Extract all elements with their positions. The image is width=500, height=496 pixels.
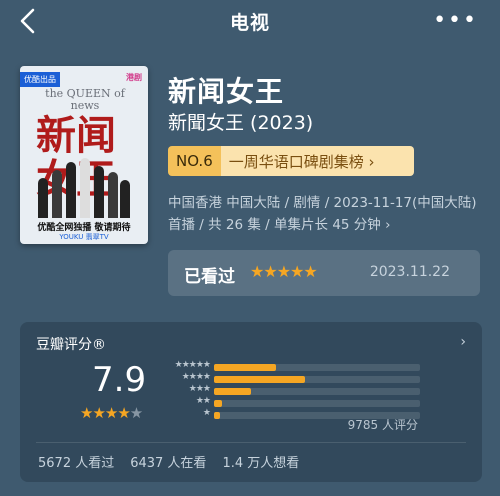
rating-bar-fill — [214, 364, 276, 371]
poster-cast-figures — [38, 156, 130, 218]
rating-bar-track — [214, 400, 420, 407]
show-title: 新闻女王 — [168, 75, 285, 108]
rating-bar-fill — [214, 412, 221, 419]
show-subtitle: 新聞女王 (2023) — [168, 112, 314, 134]
rating-bar-stars: ★★ — [195, 396, 211, 406]
rating-bar-stars: ★★★★ — [181, 372, 211, 382]
audience-stat[interactable]: 1.4 万人想看 — [222, 452, 299, 471]
rating-distribution: ★★★★★ ★★★★ ★★★ ★★ ★ — [162, 360, 422, 422]
watched-date: 2023.11.22 — [369, 264, 450, 280]
rating-stars-empty: ★ — [129, 404, 143, 422]
audience-stats: 5672 人看过 6437 人在看 1.4 万人想看 — [38, 452, 299, 471]
user-rating-stars: ★★★★★ — [250, 262, 318, 281]
watched-status-bar[interactable]: 已看过 ★★★★★ 2023.11.22 — [168, 250, 480, 296]
rating-bar-track — [214, 388, 420, 395]
rating-bar-stars: ★★★ — [188, 384, 211, 394]
rating-bar-track — [214, 364, 420, 371]
top-bar: 电视 ••• — [0, 0, 500, 44]
poster-image[interactable]: 优酷出品 港剧 the QUEEN of news 新闻女王 优酷全网独播 敬请… — [20, 66, 148, 244]
rating-heading: 豆瓣评分® — [36, 337, 106, 353]
rating-bar-track — [214, 376, 420, 383]
chevron-right-icon[interactable]: › — [460, 334, 466, 350]
more-options-icon[interactable]: ••• — [433, 8, 478, 33]
watched-label: 已看过 — [184, 267, 235, 287]
rating-card[interactable]: 豆瓣评分® › 7.9 ★★★★★ ★★★★★ ★★★★ ★★★ ★★ ★ 9785 人… — [20, 322, 482, 482]
divider — [36, 442, 466, 443]
rating-bar-fill — [214, 388, 252, 395]
rating-bar-stars: ★ — [202, 408, 211, 418]
rating-bar-fill — [214, 376, 305, 383]
rating-stars: ★★★★★ — [80, 404, 143, 422]
rating-score: 7.9 — [92, 360, 147, 400]
rating-bar-fill — [214, 400, 223, 407]
audience-stat[interactable]: 6437 人在看 — [130, 452, 206, 471]
rating-bar-row: ★★ — [162, 396, 422, 409]
rating-bar-stars: ★★★★★ — [174, 360, 211, 370]
show-meta-info[interactable]: 中国香港 中国大陆 / 剧情 / 2023-11-17(中国大陆) 首播 / 共… — [168, 192, 478, 236]
poster-english-title: the QUEEN of news — [45, 87, 125, 112]
audience-stat[interactable]: 5672 人看过 — [38, 452, 114, 471]
ranking-list-link: 一周华语口碑剧集榜 › — [220, 146, 414, 176]
page-title: 电视 — [229, 12, 270, 34]
poster-network-logo: 港剧 — [126, 73, 142, 82]
rating-count: 9785 人评分 — [347, 418, 418, 432]
ranking-number: NO.6 — [168, 146, 221, 176]
ranking-badge[interactable]: NO.6 一周华语口碑剧集榜 › — [168, 146, 414, 176]
poster-badge: 优酷出品 — [20, 72, 60, 87]
rating-stars-filled: ★★★★ — [80, 404, 131, 422]
poster-platform-logos: YOUKU 翡翠TV — [59, 233, 109, 241]
